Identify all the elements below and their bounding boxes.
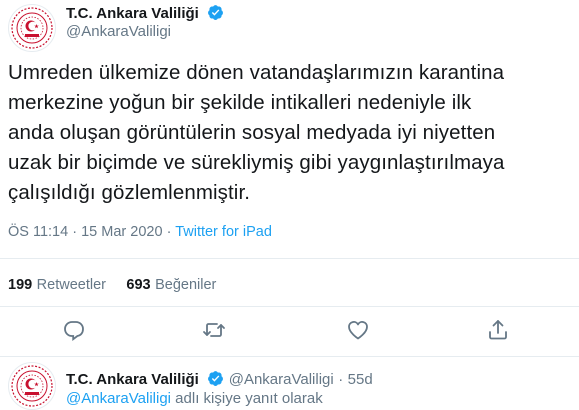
replying-to: @AnkaraValiligi adlı kişiye yanıt olarak (66, 390, 323, 407)
replying-to-handle[interactable]: @AnkaraValiligi (66, 390, 171, 407)
meta-separator: · (166, 224, 172, 240)
tweet-time[interactable]: ÖS 11:14 (8, 224, 68, 240)
tweet-date[interactable]: 15 Mar 2020 (81, 224, 162, 240)
divider (0, 258, 579, 259)
tweet-text: Umreden ülkemize dönen vatandaşlarımızın… (8, 58, 573, 208)
retweet-count: 199 (8, 277, 33, 293)
emblem-logo (11, 365, 53, 407)
like-label: Beğeniler (155, 277, 217, 293)
tweet-text-line: çalışıldığı gözlemlenmiştir. (8, 181, 251, 204)
retweet-label: Retweetler (36, 277, 106, 293)
likes-stat[interactable]: 693 Beğeniler (126, 276, 216, 293)
verified-badge-icon (208, 5, 224, 20)
share-icon (489, 320, 507, 340)
reply-avatar[interactable] (8, 362, 56, 410)
tweet-text-line: uzak bir biçimde ve sürekliymiş gibi yay… (8, 151, 505, 174)
divider (0, 306, 579, 307)
tweet-text-line: Umreden ülkemize dönen vatandaşlarımızın… (8, 61, 505, 84)
retweet-icon (203, 323, 225, 337)
display-name[interactable]: T.C. Ankara Valiliği (66, 5, 199, 22)
verified-badge-icon (208, 371, 224, 386)
reply-user-handle[interactable]: @AnkaraValiligi (229, 371, 334, 388)
avatar[interactable] (8, 4, 56, 52)
tweet-text-line: anda oluşan görüntülerin sosyal medyada … (8, 121, 496, 144)
comment-icon (64, 321, 84, 342)
reply-button[interactable] (62, 318, 88, 344)
meta-separator: · (338, 371, 344, 388)
tweet-source-link[interactable]: Twitter for iPad (175, 224, 272, 240)
divider (0, 356, 579, 357)
like-button[interactable] (346, 318, 372, 344)
tweet-text-line: merkezine yoğun bir şekilde intikalleri … (8, 91, 472, 114)
retweet-button[interactable] (202, 318, 228, 344)
reply-header: T.C. Ankara Valiliği @AnkaraValiligi · 5… (66, 370, 373, 389)
retweets-stat[interactable]: 199 Retweetler (8, 276, 110, 293)
like-count: 693 (126, 277, 151, 293)
meta-separator: · (72, 224, 78, 240)
engagement-stats: 199 Retweetler 693 Beğeniler (8, 276, 216, 294)
emblem-logo (11, 7, 53, 49)
share-button[interactable] (486, 318, 512, 344)
heart-icon (348, 321, 368, 340)
tweet-meta: ÖS 11:14 · 15 Mar 2020 · Twitter for iPa… (8, 224, 272, 240)
reply-age[interactable]: 55d (348, 371, 373, 388)
user-handle[interactable]: @AnkaraValiligi (66, 23, 171, 40)
replying-to-suffix: adlı kişiye yanıt olarak (175, 390, 323, 407)
reply-display-name[interactable]: T.C. Ankara Valiliği (66, 371, 199, 388)
